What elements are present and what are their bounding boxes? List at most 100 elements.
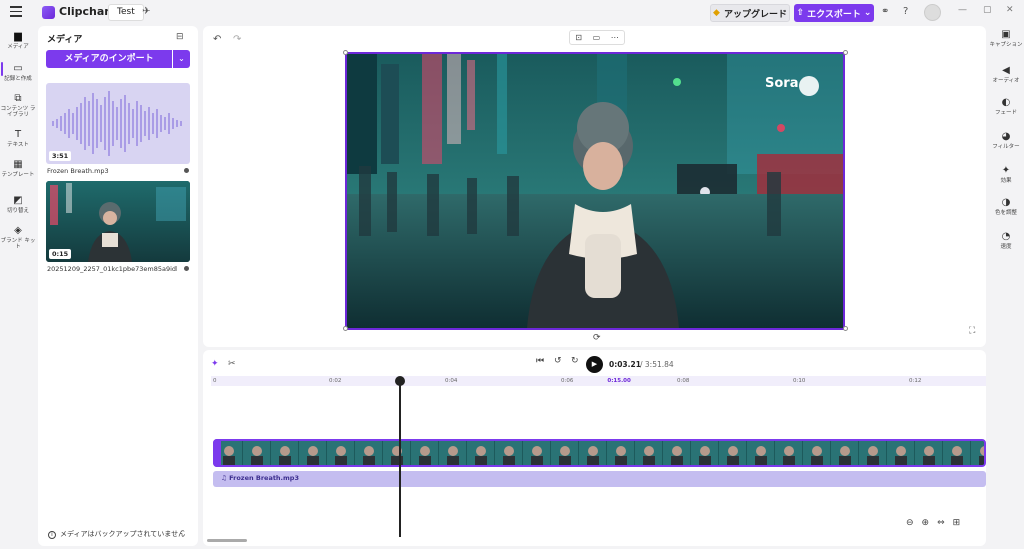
- text-icon: T: [14, 129, 22, 140]
- help-icon[interactable]: ?: [903, 6, 908, 17]
- ruler-tick-label: 0:15.00: [607, 378, 631, 384]
- left-nav-rail: ▆ メディア ▭ 記録と作成 ⧉ コンテンツ ライブラリ T テキスト ▦ テン…: [0, 26, 36, 549]
- fullscreen-icon[interactable]: ⛶: [969, 326, 975, 336]
- chevron-down-icon[interactable]: ⌄: [173, 50, 190, 68]
- media-file-name: Frozen Breath.mp3: [47, 167, 109, 175]
- rail-item-audio[interactable]: ◀ オーディオ: [988, 66, 1024, 85]
- filmstrip-frame: [579, 441, 606, 465]
- filmstrip-frame: [495, 441, 522, 465]
- project-name[interactable]: Test: [108, 4, 144, 21]
- import-media-button[interactable]: メディアのインポート: [46, 50, 172, 68]
- fade-icon: ◐: [1001, 97, 1011, 108]
- timeline-ruler[interactable]: [211, 376, 986, 386]
- template-icon: ▦: [13, 159, 23, 170]
- audio-track-label: ♫ Frozen Breath.mp3: [221, 474, 299, 482]
- video-track-clip[interactable]: [213, 439, 986, 467]
- rotate-icon[interactable]: ⟳: [593, 333, 601, 343]
- redo-icon[interactable]: ↷: [233, 34, 241, 45]
- rail-item-media[interactable]: ▆ メディア: [0, 32, 36, 51]
- rail-item-captions[interactable]: ▣ キャプション: [988, 29, 1024, 49]
- maximize-icon[interactable]: ▢: [983, 5, 992, 15]
- ai-magic-icon[interactable]: ✦: [211, 359, 219, 369]
- zoom-in-icon[interactable]: ⊕: [922, 518, 930, 528]
- video-preview[interactable]: Sora: [345, 52, 845, 330]
- split-scissors-icon[interactable]: ✂: [228, 359, 236, 369]
- zoom-out-icon[interactable]: ⊖: [906, 518, 914, 528]
- filmstrip-frame: [299, 441, 326, 465]
- backup-note-text: メディアはバックアップされていません: [60, 530, 186, 538]
- resize-handle[interactable]: [343, 50, 348, 55]
- undo-icon[interactable]: ↶: [213, 34, 221, 45]
- media-item-audio[interactable]: 3:51: [46, 83, 190, 164]
- rail-label: 記録と作成: [4, 76, 32, 82]
- rail-item-color-adjust[interactable]: ◑ 色を調整: [988, 197, 1024, 217]
- filmstrip-frame: [439, 441, 466, 465]
- skip-back-icon[interactable]: ⏮: [536, 356, 544, 366]
- rail-item-transitions[interactable]: ◩ 切り替え: [0, 196, 36, 215]
- media-panel: メディア ⊟ メディアのインポート ⌄ 3:51 Frozen Breath.m…: [38, 26, 198, 546]
- filmstrip-frame: [691, 441, 718, 465]
- play-button[interactable]: ▶: [586, 356, 603, 373]
- rewind-5s-icon[interactable]: ↺: [554, 356, 562, 366]
- forward-5s-icon[interactable]: ↻: [571, 356, 579, 366]
- clip-trim-handle[interactable]: [213, 439, 221, 467]
- color-adjust-icon: ◑: [1001, 197, 1011, 208]
- crop-icon[interactable]: ⊡: [575, 33, 582, 42]
- rail-item-speed[interactable]: ◔ 速度: [988, 232, 1024, 251]
- resize-handle[interactable]: [843, 326, 848, 331]
- duration-badge: 3:51: [49, 151, 72, 161]
- fit-timeline-icon[interactable]: ⇔: [937, 518, 945, 528]
- close-icon[interactable]: ✕: [1006, 5, 1014, 15]
- rail-item-fade[interactable]: ◐ フェード: [988, 97, 1024, 117]
- clipchamp-logo: [42, 6, 55, 19]
- avatar[interactable]: [924, 4, 941, 21]
- brand-kit-icon: ◈: [14, 225, 22, 236]
- panel-title: メディア: [47, 35, 83, 45]
- rail-item-text[interactable]: T テキスト: [0, 129, 36, 149]
- more-icon[interactable]: ⋯: [611, 33, 619, 42]
- playhead-handle[interactable]: [395, 376, 405, 386]
- rail-item-templates[interactable]: ▦ テンプレート: [0, 159, 36, 179]
- filmstrip-frame: [747, 441, 774, 465]
- filmstrip-frame: [859, 441, 886, 465]
- filmstrip-frame: [243, 441, 270, 465]
- filmstrip-frame: [803, 441, 830, 465]
- playhead[interactable]: [399, 377, 401, 537]
- audio-track-clip[interactable]: [213, 471, 986, 487]
- filmstrip-frame: [271, 441, 298, 465]
- backup-status[interactable]: i メディアはバックアップされていません: [48, 529, 185, 539]
- rail-label: 色を調整: [994, 210, 1017, 216]
- camera-icon: ▭: [13, 63, 23, 74]
- media-item-video[interactable]: 0:15: [46, 181, 190, 262]
- current-time: 0:03.21: [609, 360, 641, 369]
- rail-item-content-library[interactable]: ⧉ コンテンツ ライブラリ: [0, 93, 36, 119]
- minimize-icon[interactable]: —: [958, 5, 967, 15]
- ai-rocket-icon[interactable]: ✈: [142, 6, 150, 17]
- captions-icon: ▣: [1001, 29, 1011, 40]
- preview-toolbar: ⊡ ▭ ⋯: [569, 30, 625, 45]
- rail-item-filters[interactable]: ◕ フィルター: [988, 132, 1024, 151]
- upgrade-button[interactable]: ◆ アップグレード: [710, 4, 790, 22]
- resize-handle[interactable]: [343, 326, 348, 331]
- upgrade-label: アップグレード: [723, 9, 787, 20]
- chevron-up-icon[interactable]: ⌃: [180, 529, 186, 537]
- filmstrip-frame: [635, 441, 662, 465]
- rail-item-effects[interactable]: ✦ 効果: [988, 166, 1024, 185]
- filmstrip-frame: [551, 441, 578, 465]
- rail-item-record[interactable]: ▭ 記録と作成: [0, 63, 36, 83]
- clipchamp-editor: Clipchamp Test ✈ ◆ アップグレード ⇧ エクスポート ⌄ ⚭ …: [0, 0, 1024, 549]
- expand-icon[interactable]: ⊞: [953, 518, 961, 528]
- rail-item-brand-kit[interactable]: ◈ ブランド キット: [0, 225, 36, 251]
- export-button[interactable]: ⇧ エクスポート ⌄: [794, 4, 874, 22]
- sora-watermark: Sora: [765, 76, 799, 91]
- menu-icon[interactable]: [10, 6, 22, 18]
- ruler-tick-label: 0:02: [329, 378, 342, 384]
- resize-handle[interactable]: [843, 50, 848, 55]
- info-icon: i: [48, 531, 56, 539]
- horizontal-scrollbar[interactable]: [207, 539, 247, 542]
- rail-label: フィルター: [992, 144, 1020, 150]
- fit-icon[interactable]: ▭: [593, 33, 601, 42]
- library-icon: ⧉: [14, 93, 22, 104]
- share-icon[interactable]: ⚭: [881, 6, 889, 17]
- collapse-panel-icon[interactable]: ⊟: [176, 32, 184, 42]
